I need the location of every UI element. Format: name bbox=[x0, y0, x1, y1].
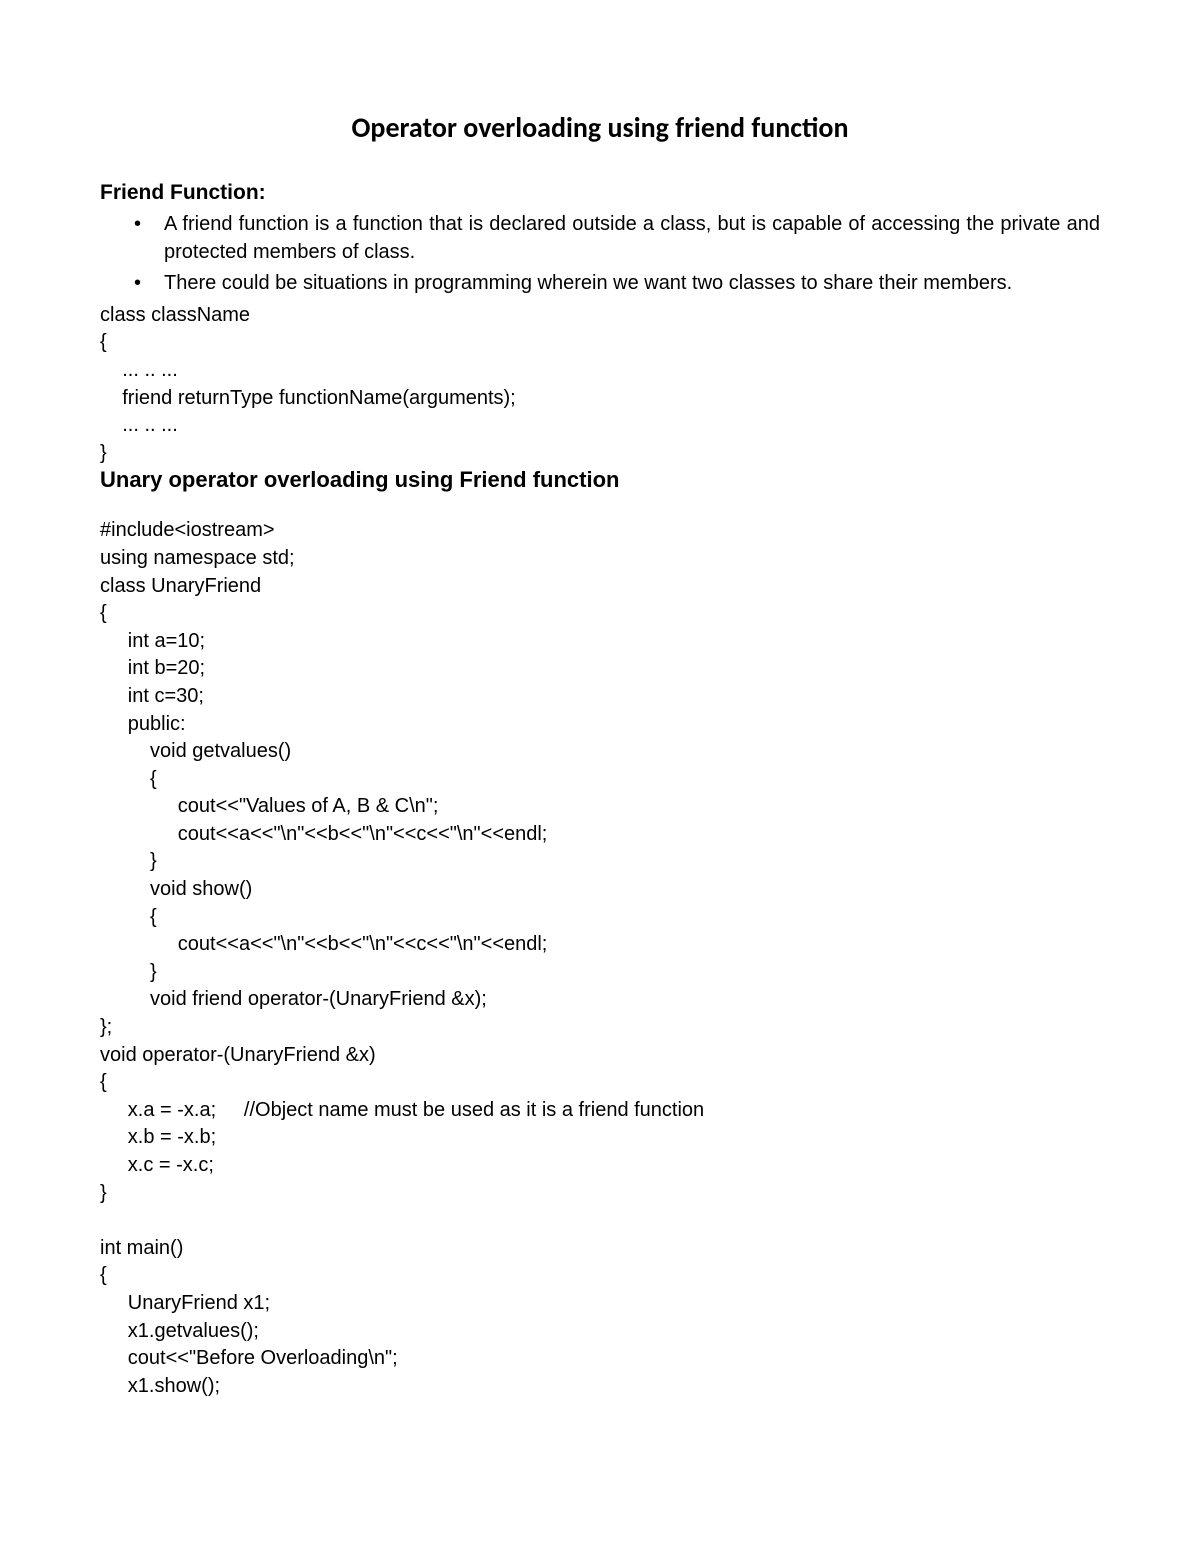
section-heading-unary-operator: Unary operator overloading using Friend … bbox=[100, 467, 1100, 493]
bullet-item: A friend function is a function that is … bbox=[164, 211, 1100, 266]
document-title: Operator overloading using friend functi… bbox=[100, 110, 1100, 145]
bullet-item: There could be situations in programming… bbox=[164, 270, 1100, 298]
document-page: Operator overloading using friend functi… bbox=[0, 0, 1200, 1480]
code-block-class-declaration: class className { ... .. ... friend retu… bbox=[100, 302, 1100, 468]
bullet-list: A friend function is a function that is … bbox=[100, 211, 1100, 298]
code-block-unary-example: #include<iostream> using namespace std; … bbox=[100, 517, 1100, 1400]
section-heading-friend-function: Friend Function: bbox=[100, 181, 1100, 205]
